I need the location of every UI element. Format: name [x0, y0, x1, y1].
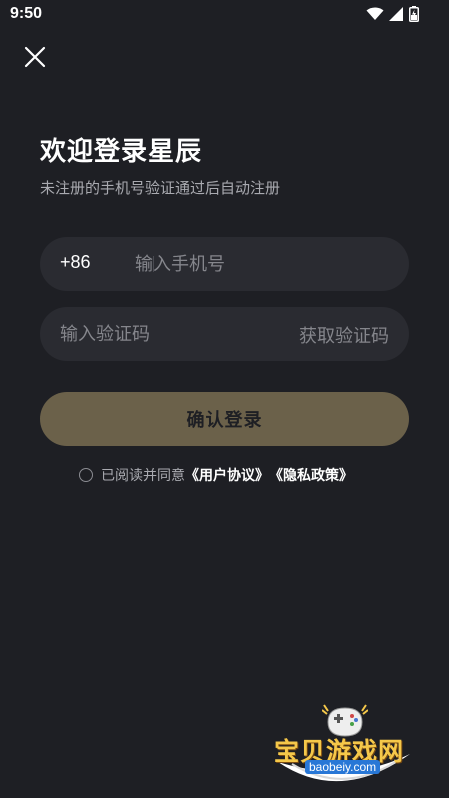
- user-agreement-link[interactable]: 《用户协议》: [185, 465, 269, 485]
- battery-icon: [409, 6, 419, 22]
- verification-code-input[interactable]: [60, 307, 280, 361]
- watermark-url: baobeiy.com: [305, 760, 381, 774]
- page-subtitle: 未注册的手机号验证通过后自动注册: [40, 179, 281, 197]
- wifi-icon: [366, 7, 384, 20]
- agreement-row: 已阅读并同意 《用户协议》 《隐私政策》: [79, 465, 353, 485]
- phone-input[interactable]: [135, 237, 385, 291]
- status-time: 9:50: [10, 5, 43, 22]
- close-icon: [24, 46, 46, 68]
- page-title: 欢迎登录星辰: [40, 137, 203, 167]
- get-code-button[interactable]: 获取验证码: [299, 322, 389, 348]
- agreement-checkbox[interactable]: [79, 468, 93, 482]
- code-field: 获取验证码: [40, 307, 409, 361]
- login-button[interactable]: 确认登录: [40, 392, 409, 446]
- signal-icon: [389, 7, 403, 21]
- privacy-policy-link[interactable]: 《隐私政策》: [269, 465, 353, 485]
- country-code-selector[interactable]: +86: [60, 252, 91, 273]
- phone-field: +86: [40, 237, 409, 291]
- close-button[interactable]: [18, 40, 52, 74]
- status-icons: [366, 6, 419, 22]
- watermark-logo: 宝贝游戏网 baobeiy.com: [270, 704, 420, 794]
- agreement-text: 已阅读并同意: [101, 468, 185, 484]
- status-bar: 9:50: [0, 0, 449, 30]
